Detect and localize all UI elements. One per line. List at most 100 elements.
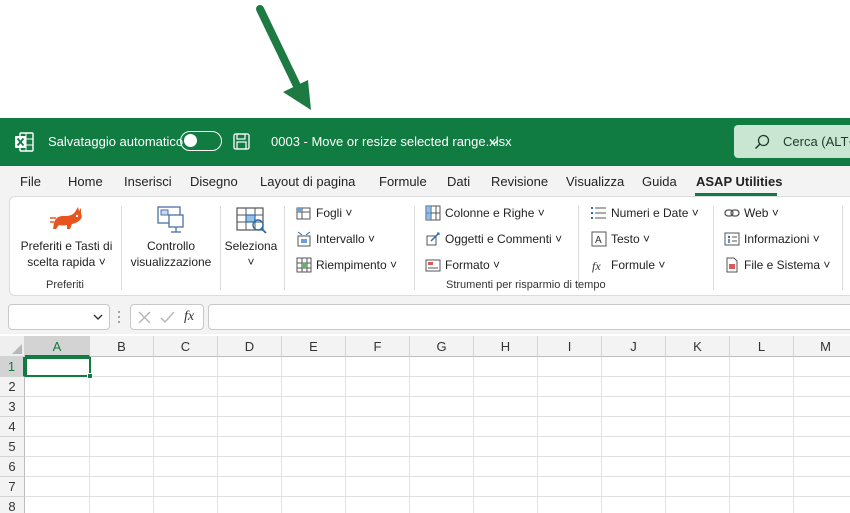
seleziona-button[interactable]: Seleziona ˅ bbox=[222, 238, 280, 270]
cell-A3[interactable] bbox=[25, 397, 90, 417]
column-header-H[interactable]: H bbox=[474, 336, 538, 357]
tab-inserisci[interactable]: Inserisci bbox=[124, 174, 172, 189]
tab-dati[interactable]: Dati bbox=[447, 174, 470, 189]
tab-revisione[interactable]: Revisione bbox=[491, 174, 548, 189]
row-header-3[interactable]: 3 bbox=[0, 397, 25, 417]
cell-H1[interactable] bbox=[474, 357, 538, 377]
cell-H6[interactable] bbox=[474, 457, 538, 477]
file-name[interactable]: 0003 - Move or resize selected range.xls… bbox=[271, 134, 512, 149]
tab-formule[interactable]: Formule bbox=[379, 174, 427, 189]
cell-E8[interactable] bbox=[282, 497, 346, 513]
name-box[interactable] bbox=[8, 304, 110, 330]
cancel-icon[interactable] bbox=[138, 311, 151, 324]
cell-K5[interactable] bbox=[666, 437, 730, 457]
cell-C4[interactable] bbox=[154, 417, 218, 437]
cell-G4[interactable] bbox=[410, 417, 474, 437]
tab-file[interactable]: File bbox=[20, 174, 41, 189]
cell-I6[interactable] bbox=[538, 457, 602, 477]
cell-H8[interactable] bbox=[474, 497, 538, 513]
cell-B1[interactable] bbox=[90, 357, 154, 377]
cell-G3[interactable] bbox=[410, 397, 474, 417]
autosave-toggle[interactable] bbox=[180, 131, 222, 151]
column-header-C[interactable]: C bbox=[154, 336, 218, 357]
cell-E3[interactable] bbox=[282, 397, 346, 417]
cell-M4[interactable] bbox=[794, 417, 850, 437]
cell-F3[interactable] bbox=[346, 397, 410, 417]
intervallo-button[interactable]: Intervallo ˅ bbox=[296, 231, 408, 249]
fill-handle[interactable] bbox=[87, 373, 93, 379]
cell-A7[interactable] bbox=[25, 477, 90, 497]
cell-F1[interactable] bbox=[346, 357, 410, 377]
cell-J2[interactable] bbox=[602, 377, 666, 397]
row-header-4[interactable]: 4 bbox=[0, 417, 25, 437]
cell-C6[interactable] bbox=[154, 457, 218, 477]
cell-B4[interactable] bbox=[90, 417, 154, 437]
cell-G2[interactable] bbox=[410, 377, 474, 397]
cell-L3[interactable] bbox=[730, 397, 794, 417]
cell-G5[interactable] bbox=[410, 437, 474, 457]
formule-tools-button[interactable]: fx Formule ˅ bbox=[591, 257, 709, 275]
cell-D3[interactable] bbox=[218, 397, 282, 417]
riempimento-button[interactable]: Riempimento ˅ bbox=[296, 257, 408, 275]
cell-C7[interactable] bbox=[154, 477, 218, 497]
cell-F5[interactable] bbox=[346, 437, 410, 457]
cell-J8[interactable] bbox=[602, 497, 666, 513]
cell-M8[interactable] bbox=[794, 497, 850, 513]
oggetti-commenti-button[interactable]: Oggetti e Commenti ˅ bbox=[425, 231, 570, 249]
cell-J1[interactable] bbox=[602, 357, 666, 377]
cell-J5[interactable] bbox=[602, 437, 666, 457]
cell-D6[interactable] bbox=[218, 457, 282, 477]
web-button[interactable]: Web ˅ bbox=[724, 205, 839, 223]
cell-A6[interactable] bbox=[25, 457, 90, 477]
tab-visualizza[interactable]: Visualizza bbox=[566, 174, 624, 189]
cell-G6[interactable] bbox=[410, 457, 474, 477]
column-header-D[interactable]: D bbox=[218, 336, 282, 357]
cell-I8[interactable] bbox=[538, 497, 602, 513]
cell-E1[interactable] bbox=[282, 357, 346, 377]
cell-K4[interactable] bbox=[666, 417, 730, 437]
cell-A8[interactable] bbox=[25, 497, 90, 513]
cell-A5[interactable] bbox=[25, 437, 90, 457]
cell-L4[interactable] bbox=[730, 417, 794, 437]
cell-G1[interactable] bbox=[410, 357, 474, 377]
more-vertical-icon[interactable] bbox=[116, 309, 122, 325]
cell-E4[interactable] bbox=[282, 417, 346, 437]
column-header-G[interactable]: G bbox=[410, 336, 474, 357]
testo-button[interactable]: A Testo ˅ bbox=[591, 231, 709, 249]
column-header-I[interactable]: I bbox=[538, 336, 602, 357]
cell-D1[interactable] bbox=[218, 357, 282, 377]
search-box[interactable]: Cerca (ALT+ bbox=[734, 125, 850, 158]
column-header-E[interactable]: E bbox=[282, 336, 346, 357]
cell-C2[interactable] bbox=[154, 377, 218, 397]
cell-K6[interactable] bbox=[666, 457, 730, 477]
select-all-corner[interactable] bbox=[0, 336, 25, 357]
cell-H3[interactable] bbox=[474, 397, 538, 417]
cell-M7[interactable] bbox=[794, 477, 850, 497]
row-header-5[interactable]: 5 bbox=[0, 437, 25, 457]
cell-B6[interactable] bbox=[90, 457, 154, 477]
cell-E2[interactable] bbox=[282, 377, 346, 397]
colonne-righe-button[interactable]: Colonne e Righe ˅ bbox=[425, 205, 570, 223]
column-header-B[interactable]: B bbox=[90, 336, 154, 357]
row-header-7[interactable]: 7 bbox=[0, 477, 25, 497]
cell-K7[interactable] bbox=[666, 477, 730, 497]
cell-J4[interactable] bbox=[602, 417, 666, 437]
cell-I7[interactable] bbox=[538, 477, 602, 497]
cell-E7[interactable] bbox=[282, 477, 346, 497]
select-range-icon[interactable] bbox=[235, 206, 269, 236]
tab-disegno[interactable]: Disegno bbox=[190, 174, 238, 189]
formula-input[interactable] bbox=[208, 304, 850, 330]
cell-K1[interactable] bbox=[666, 357, 730, 377]
column-header-F[interactable]: F bbox=[346, 336, 410, 357]
cell-K8[interactable] bbox=[666, 497, 730, 513]
cell-B8[interactable] bbox=[90, 497, 154, 513]
cell-J3[interactable] bbox=[602, 397, 666, 417]
cell-H2[interactable] bbox=[474, 377, 538, 397]
cell-D2[interactable] bbox=[218, 377, 282, 397]
cell-A2[interactable] bbox=[25, 377, 90, 397]
cell-G7[interactable] bbox=[410, 477, 474, 497]
cell-F7[interactable] bbox=[346, 477, 410, 497]
cell-C5[interactable] bbox=[154, 437, 218, 457]
cell-C8[interactable] bbox=[154, 497, 218, 513]
column-header-A[interactable]: A bbox=[25, 336, 90, 357]
